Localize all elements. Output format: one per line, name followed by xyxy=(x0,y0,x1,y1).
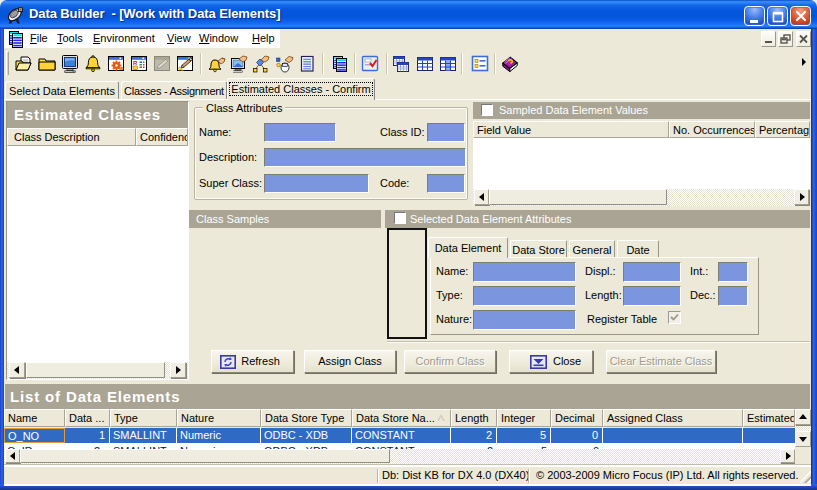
svg-text:R: R xyxy=(133,60,138,66)
